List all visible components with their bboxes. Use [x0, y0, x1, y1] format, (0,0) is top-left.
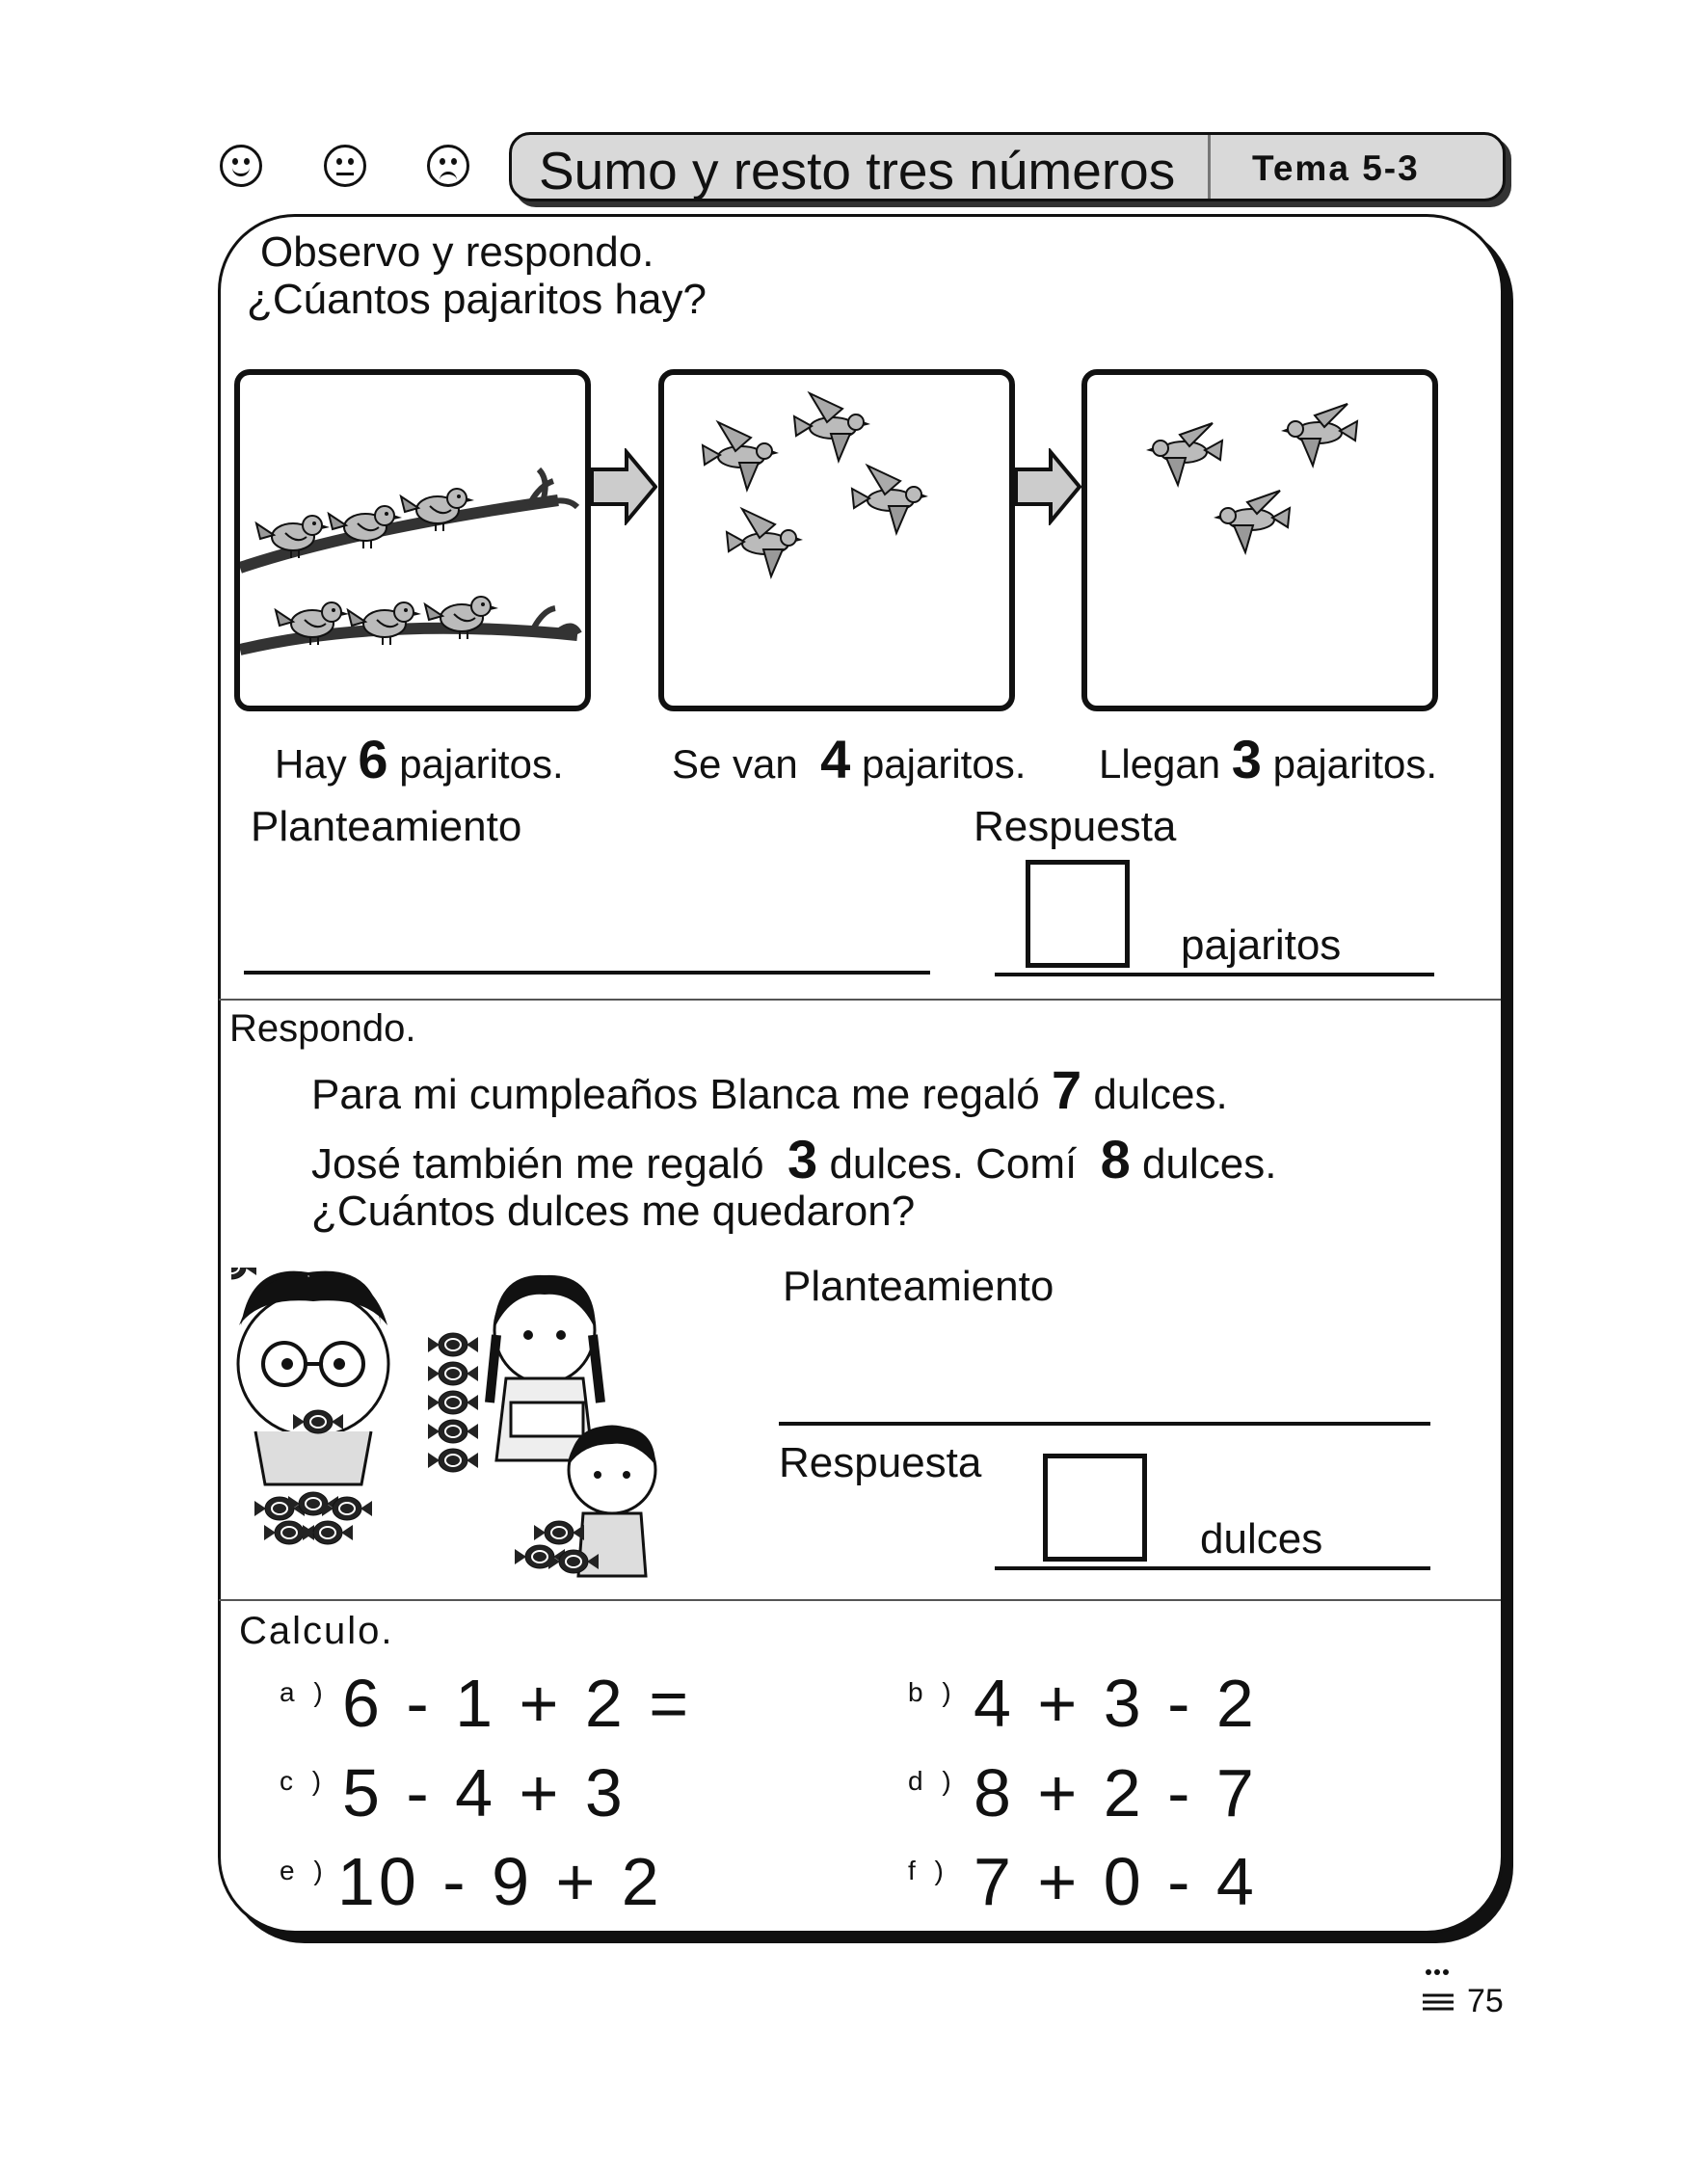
calc-letter-c: c ) — [280, 1766, 328, 1796]
planteamiento-label-2: Planteamiento — [783, 1263, 1054, 1310]
respuesta-label-2: Respuesta — [779, 1439, 982, 1486]
birds-flying-away-panel — [658, 369, 1015, 711]
answer-underline — [995, 973, 1434, 976]
planteamiento-answer-line[interactable] — [244, 971, 930, 975]
calc-expression-c: 5 - 4 + 3 — [342, 1755, 627, 1830]
calc-letter-e: e ) — [280, 1856, 329, 1885]
planteamiento-answer-line-2[interactable] — [779, 1422, 1430, 1426]
section1-question: ¿Cúantos pajaritos hay? — [247, 276, 707, 323]
right-arrow-icon — [1014, 448, 1081, 525]
smiley-neutral-icon — [324, 145, 366, 187]
section2-instruction: Respondo. — [229, 1007, 416, 1050]
section-divider-1 — [219, 999, 1501, 1001]
answer-box-2[interactable] — [1043, 1454, 1147, 1562]
children-with-candies-illustration — [231, 1268, 657, 1578]
calc-expression-a: 6 - 1 + 2 = — [342, 1666, 693, 1741]
section1-instruction: Observo y respondo. — [260, 228, 654, 276]
answer-box[interactable] — [1026, 860, 1130, 968]
birds-arriving-panel — [1081, 369, 1438, 711]
page-title: Sumo y resto tres números — [539, 141, 1176, 200]
title-divider — [1208, 135, 1211, 199]
birds-on-branches-panel — [234, 369, 591, 711]
calc-letter-f: f ) — [908, 1856, 949, 1885]
answer-underline-2 — [995, 1566, 1430, 1570]
section3-instruction: Calculo. — [239, 1610, 394, 1652]
problem-line-1: Para mi cumpleaños Blanca me regaló 7 du… — [311, 1059, 1228, 1120]
right-arrow-icon — [590, 448, 657, 525]
calc-expression-f: 7 + 0 - 4 — [974, 1844, 1258, 1919]
calc-expression-d: 8 + 2 - 7 — [974, 1755, 1258, 1830]
tema-label: Tema 5-3 — [1252, 148, 1420, 188]
smiley-sad-icon — [427, 145, 469, 187]
calc-letter-d: d ) — [908, 1766, 957, 1796]
smiley-happy-icon — [220, 145, 262, 187]
calc-expression-e: 10 - 9 + 2 — [337, 1844, 663, 1919]
flying-birds-illustration — [702, 392, 929, 577]
calc-letter-a: a ) — [280, 1677, 329, 1707]
caption-se-van: Se van 4 pajaritos. — [672, 729, 1027, 789]
respuesta-label: Respuesta — [974, 803, 1177, 850]
problem-line-2: José también me regaló 3 dulces. Comí 8 … — [311, 1129, 1277, 1189]
calc-expression-b: 4 + 3 - 2 — [974, 1666, 1258, 1741]
answer-unit-label: pajaritos — [1181, 922, 1342, 969]
caption-hay: Hay 6 pajaritos. — [275, 729, 564, 789]
planteamiento-label: Planteamiento — [251, 803, 522, 850]
answer-unit-label-2: dulces — [1200, 1515, 1323, 1563]
page-number: 75 — [1467, 1983, 1504, 2019]
section-divider-2 — [219, 1599, 1501, 1601]
caption-llegan: Llegan 3 pajaritos. — [1099, 729, 1438, 789]
arriving-birds-illustration — [1145, 403, 1358, 553]
calc-letter-b: b ) — [908, 1677, 957, 1707]
birds-on-branches-illustration — [238, 467, 582, 655]
title-bar: Sumo y resto tres números Tema 5-3 — [509, 132, 1506, 201]
problem-line-3: ¿Cuántos dulces me quedaron? — [311, 1188, 916, 1235]
page-marker-icon — [1423, 1969, 1454, 2011]
